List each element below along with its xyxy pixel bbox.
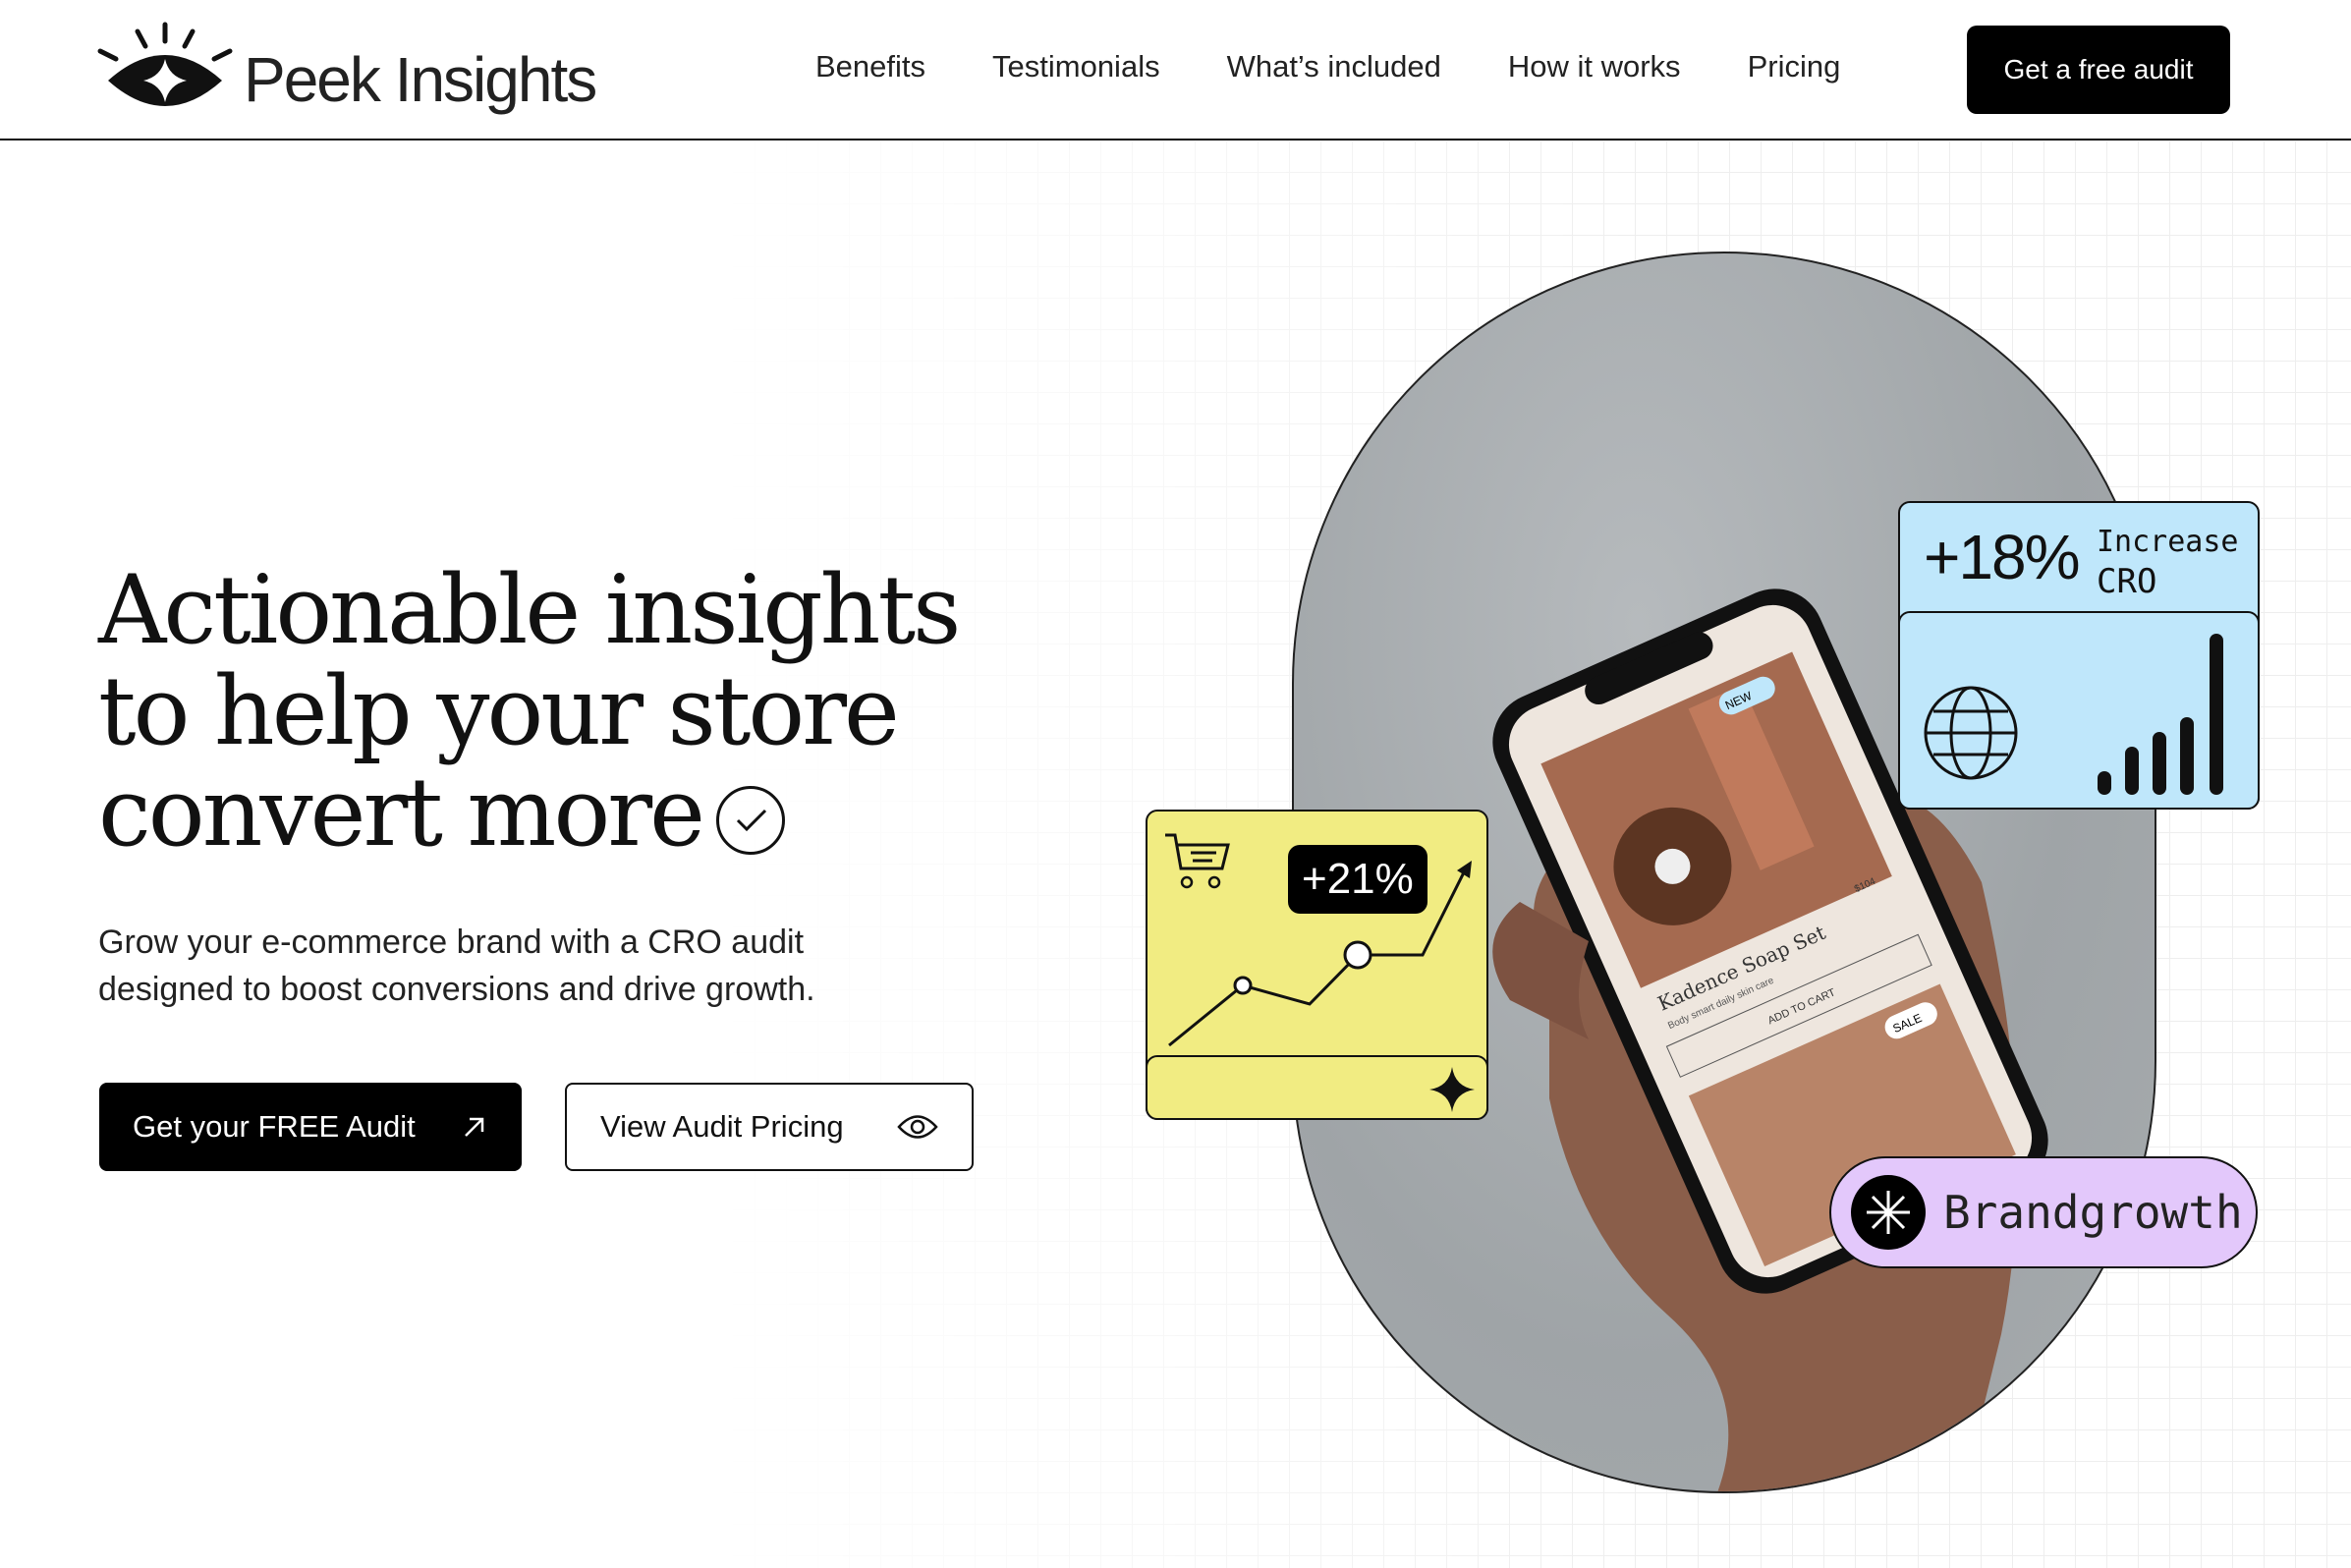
get-free-audit-hero-button[interactable]: Get your FREE Audit [99,1083,522,1171]
signal-bars-icon [2098,634,2223,795]
headline-line: Actionable insights [98,555,961,665]
nav-testimonials[interactable]: Testimonials [992,49,1160,84]
get-free-audit-button[interactable]: Get a free audit [1967,26,2230,114]
subtitle-line: Grow your e-commerce brand with a CRO au… [98,924,805,961]
arrow-up-right-icon [465,1117,484,1137]
button-label: View Audit Pricing [600,1109,844,1144]
brandgrowth-pill: Brandgrowth [1829,1156,2258,1268]
brandgrowth-label: Brandgrowth [1943,1186,2243,1239]
cro-stat-card: +18% Increase CRO [1898,501,2260,810]
check-circle-icon [715,786,785,855]
hero-subtitle: Grow your e-commerce brand with a CRO au… [98,919,982,1013]
card-footer [1146,1055,1488,1120]
view-audit-pricing-button[interactable]: View Audit Pricing [565,1083,974,1171]
button-label: Get your FREE Audit [133,1109,416,1144]
cro-value: +18% [1924,522,2080,592]
globe-icon [1924,686,2018,780]
conversion-badge: +21% [1288,845,1427,914]
brand-name: Peek Insights [244,44,597,115]
nav-whats-included[interactable]: What’s included [1227,49,1441,84]
nav-pricing[interactable]: Pricing [1748,49,1841,84]
headline-line: to help your store [98,656,900,766]
headline-line: convert more [98,757,705,868]
subtitle-line: designed to boost conversions and drive … [98,971,815,1008]
conversion-card: +21% [1146,810,1488,1120]
cro-label-line: Increase [2097,525,2239,559]
sparkle-icon [1429,1067,1475,1112]
main-nav: Benefits Testimonials What’s included Ho… [815,49,1840,84]
eye-star-icon [97,22,233,106]
cro-label-line: CRO [2097,562,2157,601]
eye-icon [897,1115,938,1139]
site-header: Peek Insights Benefits Testimonials What… [0,0,2351,140]
logo[interactable]: Peek Insights [96,20,597,118]
nav-how-it-works[interactable]: How it works [1508,49,1681,84]
asterisk-icon [1851,1175,1926,1250]
hero-headline: Actionable insights to help your store c… [98,560,961,864]
nav-benefits[interactable]: Benefits [815,49,925,84]
cro-card-lower [1898,611,2260,810]
cro-label: Increase CRO [2097,523,2239,601]
